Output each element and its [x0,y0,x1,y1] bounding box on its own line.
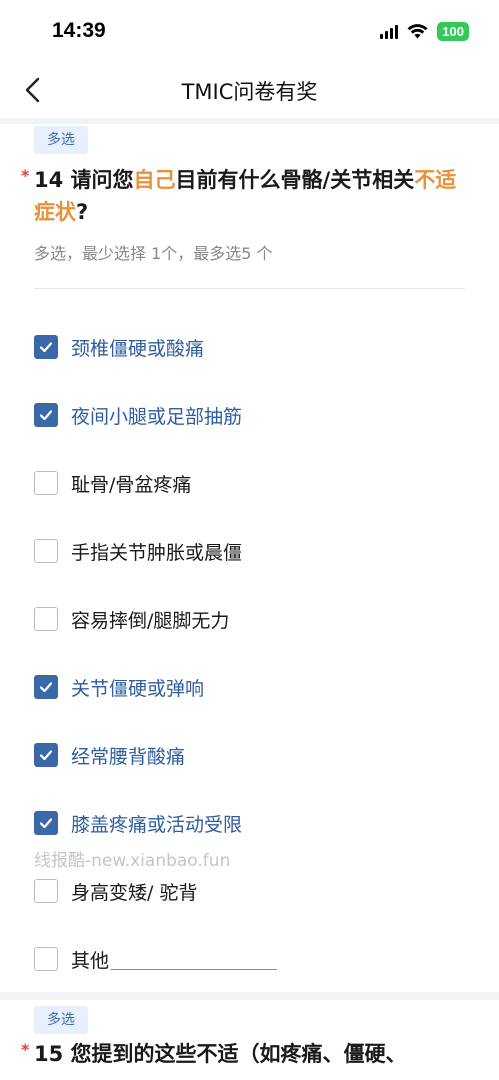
wifi-icon [407,24,428,39]
option-item[interactable]: 其他 [34,944,278,974]
checkbox-checked[interactable] [34,675,58,699]
option-item[interactable]: 身高变矮/ 驼背 [34,876,197,906]
multi-select-tag: 多选 [34,126,88,154]
checkmark-icon [39,818,53,829]
required-mark: * [21,166,30,185]
checkmark-icon [39,342,53,353]
question-card-14: 多选 * 14 请问您自己目前有什么骨骼/关节相关不适症状? 多选，最少选择 1个… [0,124,499,992]
title-highlight: 自己 [133,168,176,192]
option-label: 耻骨/骨盆疼痛 [71,473,192,496]
question-card-15: 多选 * 15 您提到的这些不适（如疼痛、僵硬、 [0,1000,499,1080]
battery-icon: 100 [437,22,469,41]
checkmark-icon [39,682,53,693]
title-text: 目前有什么骨骼/关节相关 [175,168,415,192]
option-label: 手指关节肿胀或晨僵 [71,541,243,564]
other-text-field[interactable] [111,948,278,970]
option-label: 身高变矮/ 驼背 [71,881,198,904]
checkbox-unchecked[interactable] [34,471,58,495]
divider [34,288,465,289]
status-time: 14:39 [52,19,106,42]
option-label: 关节僵硬或弹响 [71,677,205,700]
page-title: TMIC问卷有奖 [181,80,318,104]
checkmark-icon [39,410,53,421]
title-text: ? [76,200,89,224]
title-text: 14 请问您 [34,168,134,192]
option-item[interactable]: 夜间小腿或足部抽筋 [34,400,242,430]
option-label: 容易摔倒/腿脚无力 [71,609,230,632]
checkbox-checked[interactable] [34,743,58,767]
question-title: * 15 您提到的这些不适（如疼痛、僵硬、 [21,1038,474,1070]
option-label: 膝盖疼痛或活动受限 [71,813,243,836]
option-label: 夜间小腿或足部抽筋 [71,405,243,428]
nav-bar: TMIC问卷有奖 [0,62,499,118]
question-hint: 多选，最少选择 1个，最多选5 个 [34,244,273,263]
checkbox-checked[interactable] [34,335,58,359]
option-label: 经常腰背酸痛 [71,745,186,768]
option-item[interactable]: 手指关节肿胀或晨僵 [34,536,242,566]
checkbox-checked[interactable] [34,403,58,427]
option-item[interactable]: 颈椎僵硬或酸痛 [34,332,204,362]
option-item[interactable]: 关节僵硬或弹响 [34,672,204,702]
checkbox-unchecked[interactable] [34,539,58,563]
status-bar: 14:39 100 [0,0,499,62]
option-item[interactable]: 耻骨/骨盆疼痛 [34,468,191,498]
checkbox-unchecked[interactable] [34,879,58,903]
watermark: 线报酷-new.xianbao.fun [34,851,231,871]
multi-select-tag: 多选 [34,1006,88,1034]
option-item[interactable]: 经常腰背酸痛 [34,740,185,770]
checkbox-checked[interactable] [34,811,58,835]
signal-icon [380,24,399,39]
option-label: 其他 [71,949,110,972]
option-item[interactable]: 容易摔倒/腿脚无力 [34,604,229,634]
title-text: 15 您提到的这些不适（如疼痛、僵硬、 [34,1042,407,1066]
status-icons: 100 [380,22,469,41]
option-item[interactable]: 膝盖疼痛或活动受限 [34,808,242,838]
checkbox-unchecked[interactable] [34,607,58,631]
checkbox-unchecked[interactable] [34,947,58,971]
required-mark: * [21,1040,30,1059]
checkmark-icon [39,750,53,761]
question-title: * 14 请问您自己目前有什么骨骼/关节相关不适症状? [21,164,474,228]
option-label: 颈椎僵硬或酸痛 [71,337,205,360]
